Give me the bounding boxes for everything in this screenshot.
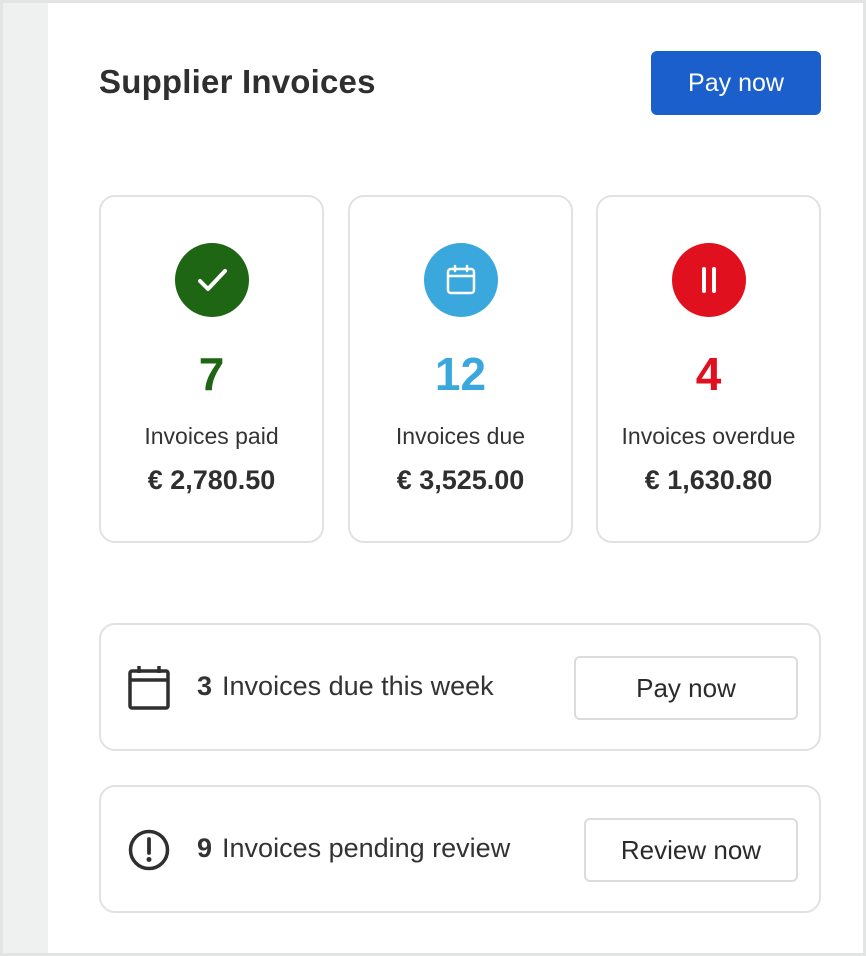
pending-review-count: 9	[197, 833, 213, 863]
card-invoices-due[interactable]: 12 Invoices due € 3,525.00	[348, 195, 573, 543]
due-label: Invoices due	[395, 423, 526, 449]
overdue-amount: € 1,630.80	[644, 465, 773, 495]
alert-circle-icon	[127, 828, 171, 872]
calendar-icon	[424, 243, 498, 317]
invoice-panel: Supplier Invoices Pay now 7 Invoices pai…	[0, 0, 866, 956]
page-title: Supplier Invoices	[99, 63, 376, 100]
due-this-week-text: 3 Invoices due this week	[197, 671, 494, 702]
due-amount: € 3,525.00	[396, 465, 525, 495]
pay-now-week-button[interactable]: Pay now	[574, 656, 798, 720]
due-this-week-row: 3 Invoices due this week Pay now	[99, 623, 821, 751]
check-icon	[175, 243, 249, 317]
paid-count: 7	[198, 348, 225, 400]
overdue-label: Invoices overdue	[621, 423, 796, 449]
pending-review-text: 9 Invoices pending review	[197, 833, 510, 864]
calendar-outline-icon	[127, 666, 171, 710]
pending-review-row: 9 Invoices pending review Review now	[99, 785, 821, 913]
due-this-week-label: Invoices due this week	[222, 671, 494, 701]
side-strip	[3, 3, 48, 953]
paid-amount: € 2,780.50	[147, 465, 276, 495]
pause-icon	[672, 243, 746, 317]
due-this-week-count: 3	[197, 671, 213, 701]
card-invoices-overdue[interactable]: 4 Invoices overdue € 1,630.80	[596, 195, 821, 543]
card-invoices-paid[interactable]: 7 Invoices paid € 2,780.50	[99, 195, 324, 543]
summary-cards: 7 Invoices paid € 2,780.50 12 Invoices d…	[99, 195, 821, 543]
pay-now-button[interactable]: Pay now	[651, 51, 821, 115]
due-count: 12	[434, 348, 487, 400]
pending-review-label: Invoices pending review	[222, 833, 511, 863]
header: Supplier Invoices Pay now	[99, 51, 821, 115]
review-now-button[interactable]: Review now	[584, 818, 798, 882]
paid-label: Invoices paid	[144, 423, 279, 449]
overdue-count: 4	[695, 348, 722, 400]
